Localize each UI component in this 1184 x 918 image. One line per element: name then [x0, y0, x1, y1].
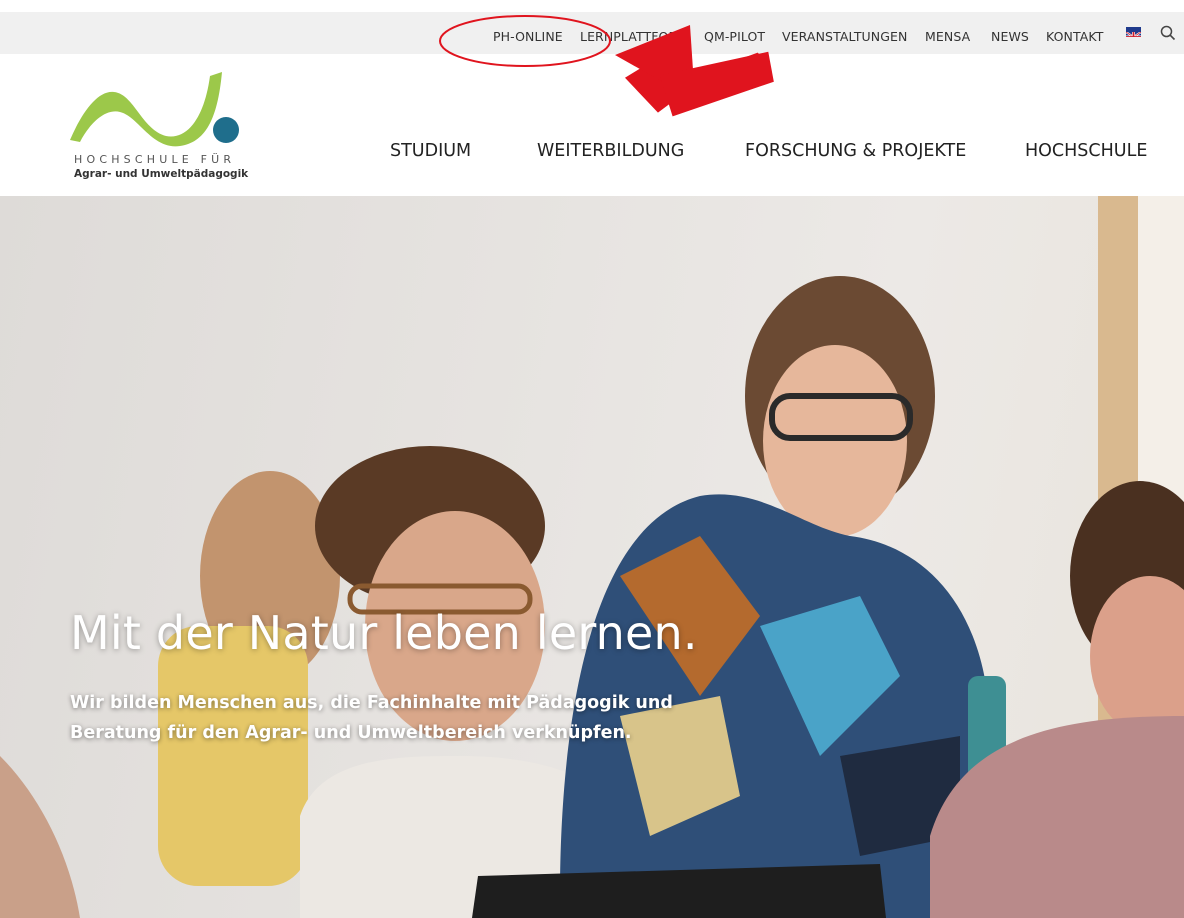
hero-subtitle: Wir bilden Menschen aus, die Fachinhalte…	[70, 693, 673, 743]
hero-banner: Mit der Natur leben lernen. Wir bilden M…	[0, 196, 1184, 918]
main-nav-forschung-projekte[interactable]: FORSCHUNG & PROJEKTE	[745, 141, 966, 161]
nav-link-mensa[interactable]: MENSA	[925, 12, 970, 54]
search-icon[interactable]	[1159, 24, 1177, 42]
nav-link-ph-online[interactable]: PH-ONLINE	[493, 12, 563, 54]
hero-photo	[0, 196, 1184, 918]
nav-link-kontakt[interactable]: KONTAKT	[1046, 12, 1103, 54]
logo-text-line2: Agrar- und Umweltpädagogik	[74, 168, 249, 180]
nav-link-qm-pilot[interactable]: QM-PILOT	[704, 12, 765, 54]
main-nav-studium[interactable]: STUDIUM	[390, 141, 471, 161]
main-nav-weiterbildung[interactable]: WEITERBILDUNG	[537, 141, 684, 161]
hero-title: Mit der Natur leben lernen.	[70, 606, 698, 660]
main-nav-hochschule[interactable]: HOCHSCHULE	[1025, 141, 1147, 161]
uk-flag-icon[interactable]	[1126, 27, 1141, 37]
logo-text-line1: HOCHSCHULE FÜR	[74, 153, 236, 166]
nav-link-lernplattform[interactable]: LERNPLATTFORM	[580, 12, 688, 54]
nav-link-news[interactable]: NEWS	[991, 12, 1029, 54]
nav-link-veranstaltungen[interactable]: VERANSTALTUNGEN	[782, 12, 908, 54]
